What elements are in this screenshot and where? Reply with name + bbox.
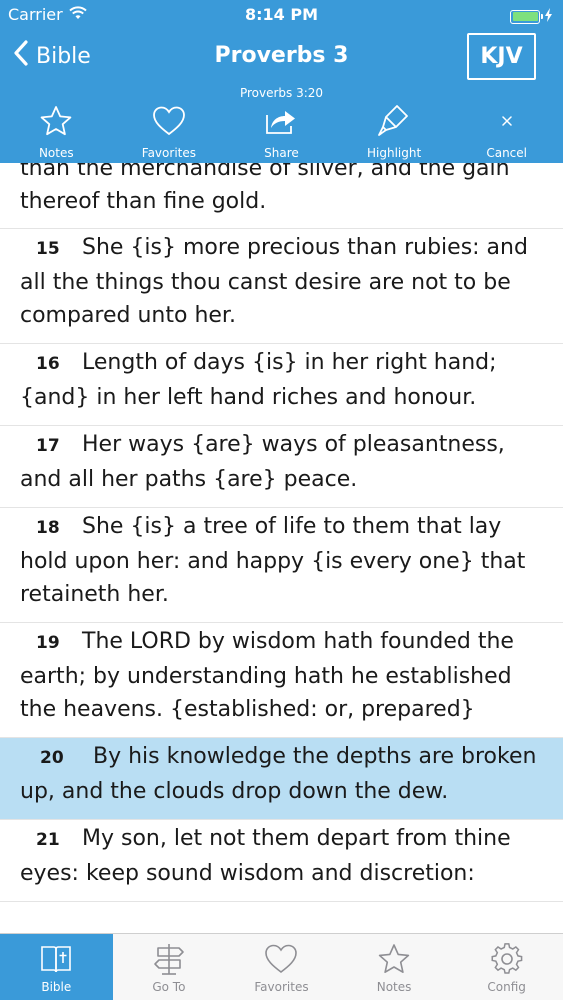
verse-list[interactable]: than the merchandise of silver, and the …: [0, 163, 563, 933]
signpost-icon: [152, 940, 186, 978]
chevron-left-icon: [14, 40, 28, 72]
verse-number: 16: [36, 354, 60, 374]
share-action-label: Share: [264, 146, 299, 160]
verse-number: 18: [36, 518, 60, 538]
back-button[interactable]: Bible: [14, 40, 91, 72]
share-icon: [264, 102, 298, 140]
verse-number: 17: [36, 436, 60, 456]
gear-icon: [490, 940, 524, 978]
verse-action-bar: Notes Favorites Share Highlight Cancel: [0, 100, 563, 162]
close-icon: [500, 102, 514, 140]
verse-row-highlighted[interactable]: 20 By his knowledge the depths are broken…: [0, 738, 563, 820]
verse-number: 19: [36, 633, 60, 653]
verse-text: The LORD by wisdom hath founded the eart…: [20, 629, 514, 722]
tab-favorites-label: Favorites: [254, 980, 309, 994]
star-icon: [377, 940, 411, 978]
verse-text: Her ways {are} ways of pleasantness, and…: [20, 432, 505, 492]
tab-bar: Bible Go To Favorites Notes Config: [0, 933, 563, 1000]
verse-text: By his knowledge the depths are broken u…: [20, 744, 537, 804]
back-label: Bible: [36, 43, 91, 69]
cancel-action-label: Cancel: [486, 146, 527, 160]
nav-bar: Bible Proverbs 3 KJV: [0, 30, 563, 86]
verse-text: She {is} a tree of life to them that lay…: [20, 514, 526, 607]
header: Carrier 8:14 PM Bible Proverbs 3 KJV Pro…: [0, 0, 563, 163]
tab-bible-label: Bible: [41, 980, 72, 994]
verse-row[interactable]: 16 Length of days {is} in her right hand;…: [0, 344, 563, 426]
tab-config-label: Config: [487, 980, 526, 994]
verse-row[interactable]: than the merchandise of silver, and the …: [0, 163, 563, 229]
heart-icon: [151, 102, 187, 140]
star-icon: [39, 102, 73, 140]
heart-icon: [263, 940, 299, 978]
tab-bible[interactable]: Bible: [0, 934, 113, 1000]
verse-row[interactable]: 19 The LORD by wisdom hath founded the ea…: [0, 623, 563, 738]
notes-action-button[interactable]: Notes: [0, 100, 113, 162]
verse-row[interactable]: 15 She {is} more precious than rubies: an…: [0, 229, 563, 344]
tab-notes[interactable]: Notes: [338, 934, 451, 1000]
tab-favorites[interactable]: Favorites: [225, 934, 338, 1000]
verse-row[interactable]: 21 My son, let not them depart from thine…: [0, 820, 563, 902]
verse-text: Length of days {is} in her right hand; {…: [20, 350, 497, 410]
share-action-button[interactable]: Share: [225, 100, 338, 162]
verse-text: than the merchandise of silver, and the …: [20, 163, 510, 214]
battery-group: [510, 7, 553, 26]
tab-go-to-label: Go To: [152, 980, 186, 994]
verse-number: 15: [36, 239, 60, 259]
favorites-action-button[interactable]: Favorites: [113, 100, 226, 162]
favorites-action-label: Favorites: [141, 146, 196, 160]
verse-row[interactable]: 18 She {is} a tree of life to them that l…: [0, 508, 563, 623]
highlight-action-button[interactable]: Highlight: [338, 100, 451, 162]
verse-text: She {is} more precious than rubies: and …: [20, 235, 528, 328]
verse-number: 20: [40, 748, 64, 768]
tab-config[interactable]: Config: [450, 934, 563, 1000]
selected-verse-reference: Proverbs 3:20: [239, 86, 324, 100]
battery-icon: [510, 9, 543, 24]
version-button[interactable]: KJV: [467, 33, 536, 80]
notes-action-label: Notes: [38, 146, 74, 160]
status-time: 8:14 PM: [244, 5, 318, 24]
verse-text: My son, let not them depart from thine e…: [20, 826, 511, 886]
status-bar: Carrier 8:14 PM: [0, 0, 563, 30]
verse-number: 21: [36, 830, 60, 850]
charging-icon: [544, 7, 553, 26]
tab-notes-label: Notes: [376, 980, 412, 994]
book-icon: [39, 940, 73, 978]
cancel-action-button[interactable]: Cancel: [450, 100, 563, 162]
highlighter-icon: [377, 102, 411, 140]
highlight-action-label: Highlight: [366, 146, 422, 160]
tab-go-to[interactable]: Go To: [113, 934, 226, 1000]
verse-row[interactable]: 17 Her ways {are} ways of pleasantness, a…: [0, 426, 563, 508]
